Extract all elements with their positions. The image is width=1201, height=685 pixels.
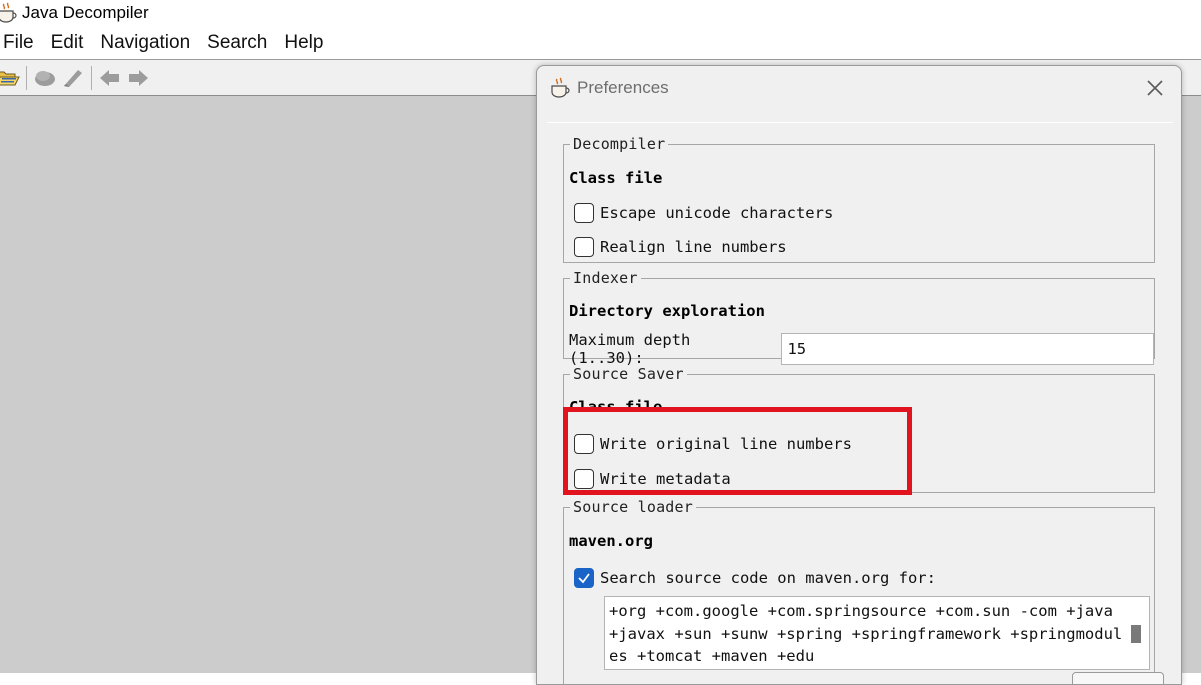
close-icon[interactable] xyxy=(1143,76,1167,100)
write-line-numbers-row[interactable]: Write original line numbers xyxy=(574,434,852,454)
save-all-button[interactable] xyxy=(59,64,87,92)
java-cup-icon xyxy=(0,2,17,23)
source-saver-heading: Class file xyxy=(569,398,663,416)
dialog-title: Preferences xyxy=(577,78,669,97)
write-line-numbers-checkbox[interactable] xyxy=(574,434,594,454)
menu-search[interactable]: Search xyxy=(204,32,276,54)
decompiler-heading: Class file xyxy=(569,169,663,187)
source-saver-group: Source Saver Class file Write original l… xyxy=(563,365,1155,493)
realign-lines-checkbox[interactable] xyxy=(574,237,594,257)
maven-filter-textarea[interactable]: +org +com.google +com.springsource +com.… xyxy=(604,596,1150,670)
menu-help[interactable]: Help xyxy=(281,32,332,54)
save-all-icon xyxy=(64,69,82,87)
app-titlebar: Java Decompiler xyxy=(0,0,1201,26)
max-depth-row: Maximum depth (1..30): 15 xyxy=(569,331,1154,367)
back-arrow-icon xyxy=(100,69,119,86)
maven-filter-text: +org +com.google +com.springsource +com.… xyxy=(609,602,1123,665)
escape-unicode-label: Escape unicode characters xyxy=(600,204,834,222)
write-metadata-label: Write metadata xyxy=(600,470,731,488)
write-metadata-checkbox[interactable] xyxy=(574,469,594,489)
write-line-numbers-label: Write original line numbers xyxy=(600,435,852,453)
source-loader-group: Source loader maven.org Search source co… xyxy=(563,498,1164,684)
decompiler-group: Decompiler Class file Escape unicode cha… xyxy=(563,135,1155,263)
reset-button[interactable]: Reset xyxy=(1072,672,1164,684)
search-maven-row[interactable]: Search source code on maven.org for: xyxy=(574,568,936,588)
preferences-dialog: Preferences Decompiler Class file Escape… xyxy=(536,65,1182,685)
checkmark-icon xyxy=(578,573,590,584)
source-loader-legend: Source loader xyxy=(573,498,693,516)
source-loader-heading: maven.org xyxy=(569,532,653,550)
forward-arrow-icon xyxy=(129,69,148,86)
menu-edit[interactable]: Edit xyxy=(48,32,93,54)
search-maven-label: Search source code on maven.org for: xyxy=(600,569,936,587)
source-saver-legend: Source Saver xyxy=(573,365,684,383)
max-depth-label: Maximum depth (1..30): xyxy=(569,331,691,367)
realign-lines-row[interactable]: Realign line numbers xyxy=(574,237,787,257)
save-button[interactable] xyxy=(31,64,59,92)
toolbar-separator xyxy=(91,65,92,90)
dialog-titlebar: Preferences xyxy=(537,66,1181,110)
decompiler-legend: Decompiler xyxy=(573,135,666,153)
app-title: Java Decompiler xyxy=(22,3,149,22)
save-icon xyxy=(35,70,55,86)
escape-unicode-row[interactable]: Escape unicode characters xyxy=(574,203,833,223)
forward-button[interactable] xyxy=(124,64,152,92)
open-folder-icon xyxy=(0,71,20,85)
textarea-scrollbar[interactable] xyxy=(1131,625,1141,643)
write-metadata-row[interactable]: Write metadata xyxy=(574,469,731,489)
dialog-body: Decompiler Class file Escape unicode cha… xyxy=(547,122,1173,684)
realign-lines-label: Realign line numbers xyxy=(600,238,787,256)
toolbar-separator xyxy=(26,65,27,90)
java-cup-icon xyxy=(551,77,570,98)
menu-bar: File Edit Navigation Search Help xyxy=(0,27,1201,59)
indexer-heading: Directory exploration xyxy=(569,302,765,320)
indexer-legend: Indexer xyxy=(573,269,638,287)
max-depth-input[interactable]: 15 xyxy=(781,333,1154,365)
back-button[interactable] xyxy=(96,64,124,92)
menu-navigation[interactable]: Navigation xyxy=(97,32,199,54)
escape-unicode-checkbox[interactable] xyxy=(574,203,594,223)
menu-file[interactable]: File xyxy=(0,32,43,54)
indexer-group: Indexer Directory exploration Maximum de… xyxy=(563,269,1155,367)
open-button[interactable] xyxy=(0,64,22,92)
search-maven-checkbox[interactable] xyxy=(574,568,594,588)
